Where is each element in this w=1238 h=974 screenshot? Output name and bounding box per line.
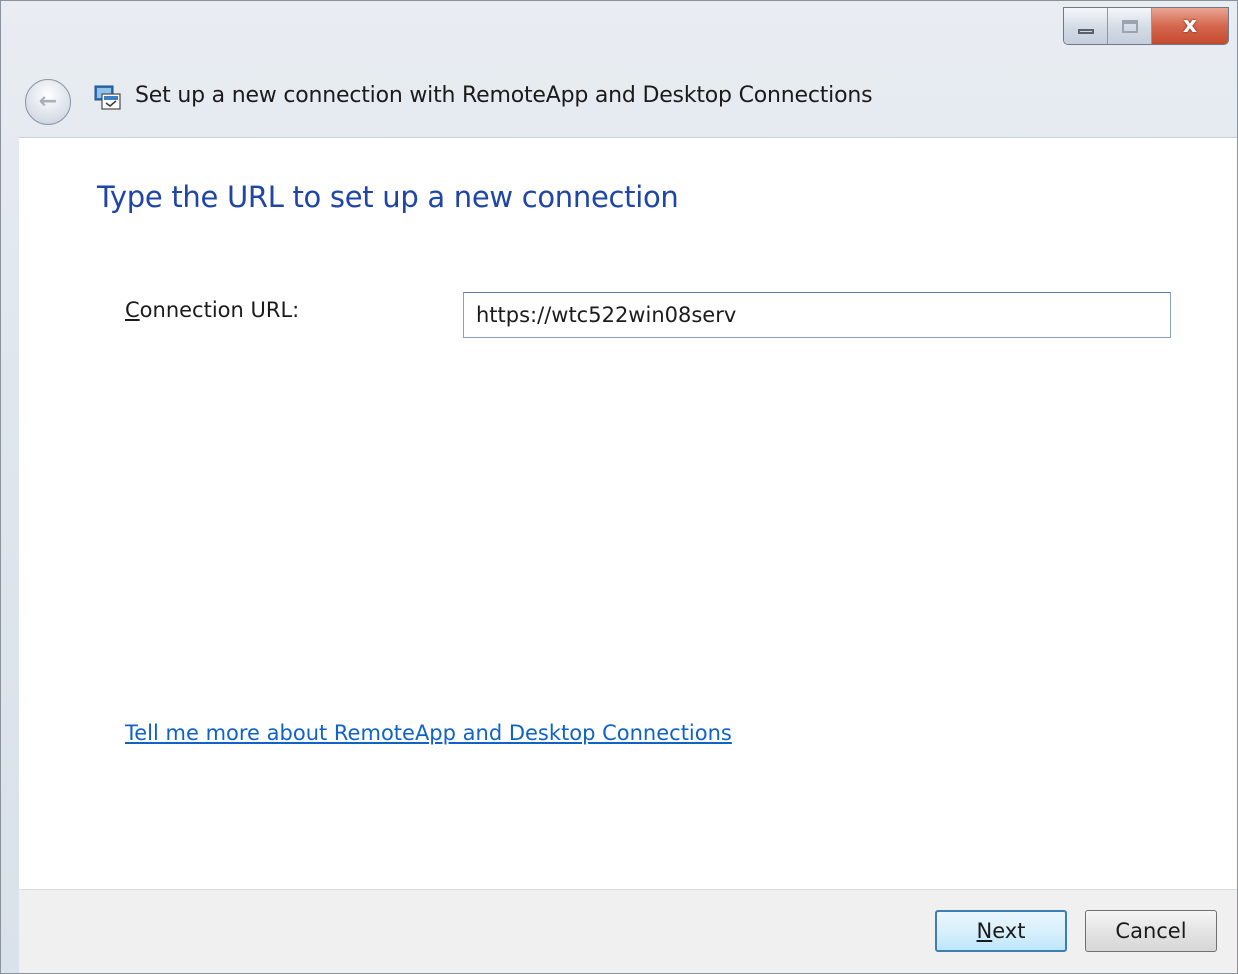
- back-button[interactable]: ←: [25, 79, 71, 125]
- title-bar[interactable]: x: [1, 1, 1237, 59]
- maximize-button: [1108, 8, 1152, 44]
- remoteapp-icon: [94, 85, 121, 110]
- label-text: onnection URL:: [139, 298, 300, 322]
- page-heading: Type the URL to set up a new connection: [97, 180, 679, 214]
- accelerator-key: C: [125, 298, 140, 322]
- button-label: ext: [992, 919, 1026, 943]
- caption-buttons: x: [1063, 7, 1229, 45]
- connection-url-input[interactable]: [463, 292, 1171, 338]
- minimize-button[interactable]: [1064, 8, 1108, 44]
- wizard-window: x ← Set up a new connection with RemoteA…: [0, 0, 1238, 974]
- connection-url-label: Connection URL:: [125, 298, 299, 322]
- navigation-bar: ← Set up a new connection with RemoteApp…: [1, 63, 1237, 133]
- close-icon: x: [1182, 13, 1198, 38]
- back-arrow-icon: ←: [38, 89, 58, 114]
- help-link[interactable]: Tell me more about RemoteApp and Desktop…: [125, 721, 732, 745]
- minimize-icon: [1077, 28, 1094, 34]
- close-button[interactable]: x: [1152, 8, 1228, 44]
- accelerator-key: N: [976, 919, 993, 943]
- next-button[interactable]: Next: [935, 910, 1067, 952]
- button-bar: Next Cancel: [19, 889, 1237, 973]
- wizard-title: Set up a new connection with RemoteApp a…: [135, 83, 873, 108]
- maximize-icon: [1121, 19, 1138, 33]
- cancel-button[interactable]: Cancel: [1085, 910, 1217, 952]
- wizard-content: Type the URL to set up a new connection …: [19, 137, 1237, 889]
